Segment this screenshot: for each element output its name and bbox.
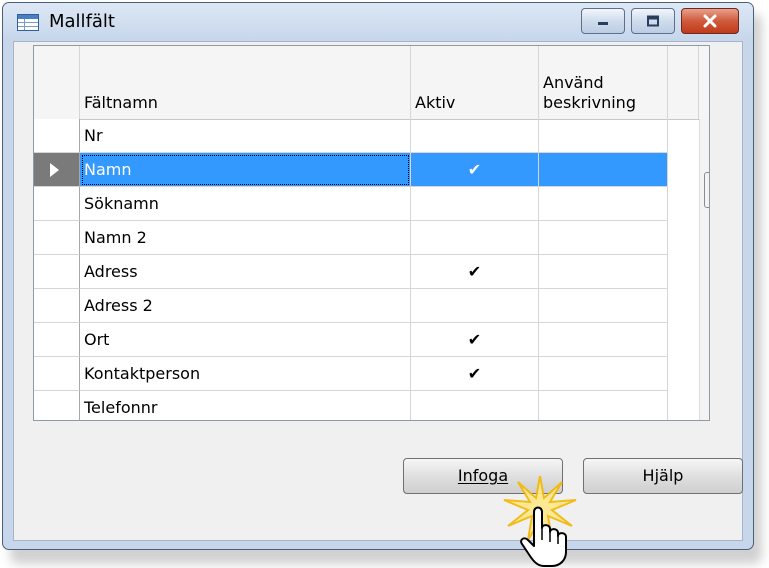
active-cell[interactable]: ✔ — [411, 357, 539, 391]
field-name-cell[interactable]: Adress — [80, 255, 411, 289]
grid-header: Fältnamn Aktiv Använd beskrivning — [34, 46, 709, 120]
field-name-cell[interactable]: Nr — [80, 119, 411, 153]
row-selector[interactable] — [34, 391, 80, 420]
use-description-cell[interactable] — [539, 391, 668, 420]
header-field-name[interactable]: Fältnamn — [80, 46, 411, 119]
active-cell[interactable] — [411, 187, 539, 221]
maximize-icon — [647, 15, 659, 27]
use-description-cell[interactable] — [539, 221, 668, 255]
header-selector-column — [34, 46, 80, 119]
field-name-cell[interactable]: Telefonnr — [80, 391, 411, 420]
field-name-cell[interactable]: Kontaktperson — [80, 357, 411, 391]
use-description-cell[interactable] — [539, 187, 668, 221]
table-window-icon — [17, 14, 39, 31]
field-name-cell[interactable]: Namn — [80, 153, 411, 187]
active-cell[interactable] — [411, 221, 539, 255]
scroll-up-arrow-icon[interactable] — [709, 153, 710, 159]
current-row-arrow-icon — [50, 163, 59, 177]
maximize-button[interactable] — [631, 8, 675, 34]
minimize-icon — [598, 22, 608, 25]
table-row[interactable]: Kontaktperson ✔ — [34, 357, 699, 391]
active-cell[interactable]: ✔ — [411, 153, 539, 187]
active-cell[interactable]: ✔ — [411, 255, 539, 289]
scroll-down-arrow-icon[interactable] — [709, 395, 710, 401]
field-name-cell[interactable]: Adress 2 — [80, 289, 411, 323]
table-row[interactable]: Adress ✔ — [34, 255, 699, 289]
table-row[interactable]: Söknamn — [34, 187, 699, 221]
active-cell[interactable] — [411, 289, 539, 323]
field-name-cell[interactable]: Ort — [80, 323, 411, 357]
close-button[interactable] — [681, 8, 739, 34]
active-cell[interactable] — [411, 391, 539, 420]
table-row[interactable]: Nr — [34, 119, 699, 153]
table-row-selected[interactable]: Namn ✔ — [34, 153, 699, 187]
scroll-thumb[interactable] — [704, 172, 709, 208]
close-icon — [703, 14, 717, 28]
row-selector[interactable] — [34, 289, 80, 323]
use-description-cell[interactable] — [539, 357, 668, 391]
help-button-label: Hjälp — [642, 466, 684, 485]
header-extra-column — [668, 46, 699, 119]
use-description-cell[interactable] — [539, 153, 668, 187]
header-use-description-label: Använd beskrivning — [543, 73, 636, 112]
use-description-cell[interactable] — [539, 255, 668, 289]
title-bar[interactable]: Mallfält — [3, 3, 753, 41]
field-name-cell[interactable]: Namn 2 — [80, 221, 411, 255]
vertical-scrollbar[interactable] — [699, 119, 710, 420]
table-row[interactable]: Namn 2 — [34, 221, 699, 255]
row-selector[interactable] — [34, 357, 80, 391]
use-description-cell[interactable] — [539, 289, 668, 323]
use-description-cell[interactable] — [539, 119, 668, 153]
use-description-cell[interactable] — [539, 323, 668, 357]
minimize-button[interactable] — [581, 8, 625, 34]
field-name-cell[interactable]: Söknamn — [80, 187, 411, 221]
active-cell[interactable]: ✔ — [411, 323, 539, 357]
active-cell[interactable] — [411, 119, 539, 153]
row-selector[interactable] — [34, 255, 80, 289]
help-button[interactable]: Hjälp — [583, 458, 743, 494]
row-selector[interactable] — [34, 221, 80, 255]
window-title: Mallfält — [49, 11, 115, 32]
row-selector[interactable] — [34, 119, 80, 153]
table-row[interactable]: Telefonnr — [34, 391, 699, 420]
hand-pointer-click-icon — [503, 475, 577, 567]
row-selector[interactable] — [34, 187, 80, 221]
dialog-window: Mallfält Fältnamn Aktiv Använd beskrivni… — [2, 2, 754, 550]
table-row[interactable]: Adress 2 — [34, 289, 699, 323]
field-grid[interactable]: Fältnamn Aktiv Använd beskrivning Nr Nam… — [33, 45, 710, 421]
row-selector[interactable] — [34, 323, 80, 357]
row-selector[interactable] — [34, 153, 80, 187]
header-use-description[interactable]: Använd beskrivning — [539, 46, 668, 119]
header-active[interactable]: Aktiv — [411, 46, 539, 119]
table-row[interactable]: Ort ✔ — [34, 323, 699, 357]
header-field-name-label: Fältnamn — [84, 93, 158, 112]
header-active-label: Aktiv — [415, 93, 456, 112]
